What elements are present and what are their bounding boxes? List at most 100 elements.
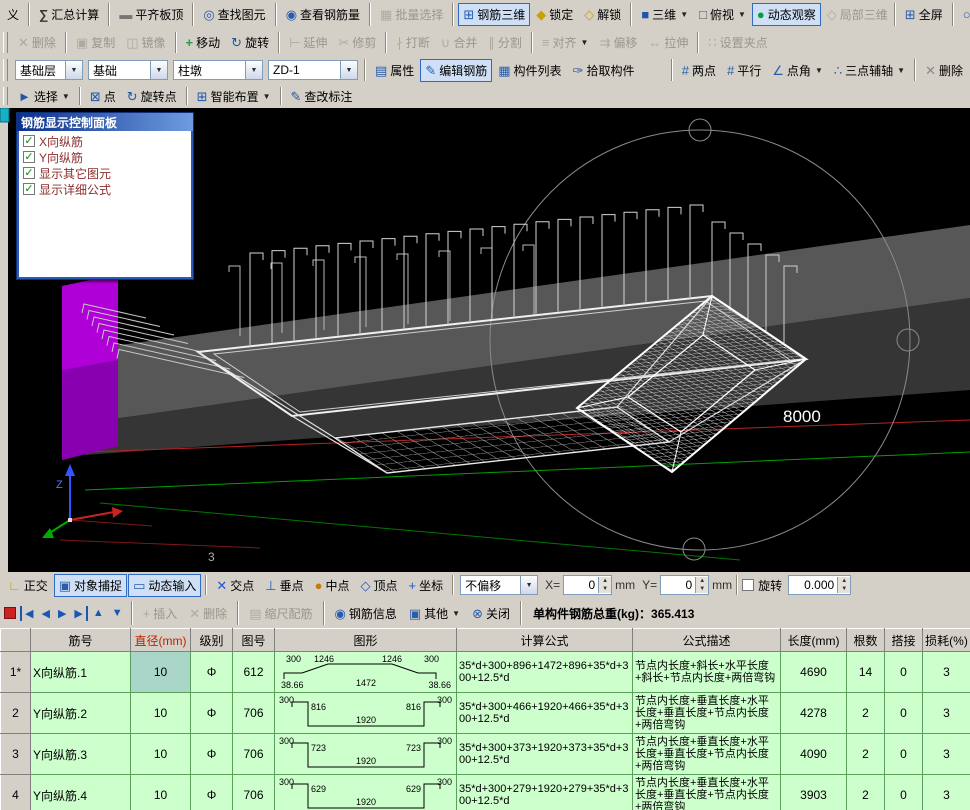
panel-item-show-other[interactable]: ✓显示其它图元 bbox=[23, 165, 187, 181]
panel-item-show-formula[interactable]: ✓显示详细公式 bbox=[23, 181, 187, 197]
header-loss[interactable]: 损耗(%) bbox=[923, 629, 970, 652]
rebar-display-control-panel[interactable]: 钢筋显示控制面板 ✓X向纵筋 ✓Y向纵筋 ✓显示其它图元 ✓显示详细公式 bbox=[16, 112, 194, 280]
select-button[interactable]: ►选择▼ bbox=[13, 85, 75, 108]
cell-loss[interactable]: 3 bbox=[923, 775, 970, 810]
cell-level[interactable]: Φ bbox=[191, 693, 233, 734]
checkbox-checked-icon[interactable]: ✓ bbox=[23, 135, 35, 147]
parallel-axis-button[interactable]: #平行 bbox=[722, 59, 766, 82]
cell-formula-desc[interactable]: 节点内长度+斜长+水平长度+斜长+节点内长度+两倍弯钩 bbox=[633, 652, 781, 693]
cell-figure-no[interactable]: 706 bbox=[233, 775, 275, 810]
docked-panel-tab[interactable] bbox=[0, 108, 9, 122]
cell-formula-desc[interactable]: 节点内长度+垂直长度+水平长度+垂直长度+节点内长度+两倍弯钩 bbox=[633, 775, 781, 810]
panel-title[interactable]: 钢筋显示控制面板 bbox=[17, 113, 193, 131]
toolbar-grip[interactable] bbox=[3, 59, 8, 81]
row-number[interactable]: 4 bbox=[1, 775, 31, 810]
stretch-button[interactable]: ↔拉伸 bbox=[643, 31, 693, 54]
cell-bar-id[interactable]: Y向纵筋.4 bbox=[31, 775, 131, 810]
toolbar-grip[interactable] bbox=[3, 87, 8, 105]
cell-shape-diagram[interactable]: 300 629 1920 629 300 bbox=[275, 775, 457, 810]
table-row[interactable]: 3 Y向纵筋.3 10 Φ 706 300 723 1920 723 300 3… bbox=[1, 734, 970, 775]
set-grips-button[interactable]: ∷设置夹点 bbox=[703, 31, 772, 54]
rebar-info-button[interactable]: ◉钢筋信息 bbox=[330, 602, 402, 625]
snap-perpendicular-button[interactable]: ⊥垂点 bbox=[260, 574, 308, 597]
scale-rebar-button[interactable]: ▤缩尺配筋 bbox=[244, 602, 317, 625]
view-3d-button[interactable]: ■三维▼ bbox=[636, 3, 693, 26]
offset-button[interactable]: ⇉偏移 bbox=[594, 31, 642, 54]
point-place-button[interactable]: ⊠点 bbox=[85, 85, 121, 108]
checkbox-checked-icon[interactable]: ✓ bbox=[23, 151, 35, 163]
cell-length[interactable]: 4278 bbox=[781, 693, 847, 734]
trim-button[interactable]: ✂修剪 bbox=[333, 31, 381, 54]
cell-figure-no[interactable]: 706 bbox=[233, 693, 275, 734]
three-point-aux-axis-button[interactable]: ∴三点辅轴▼ bbox=[829, 59, 910, 82]
snap-midpoint-button[interactable]: ●中点 bbox=[310, 574, 355, 597]
element-list-button[interactable]: ▦构件列表 bbox=[493, 59, 566, 82]
combo-arrow-icon[interactable]: ▼ bbox=[65, 61, 82, 79]
prev-row-button[interactable]: ◀ bbox=[38, 606, 52, 621]
header-shape[interactable]: 图形 bbox=[275, 629, 457, 652]
rebar-table[interactable]: 筋号 直径(mm) 级别 图号 图形 计算公式 公式描述 长度(mm) 根数 搭… bbox=[0, 628, 970, 810]
table-row[interactable]: 4 Y向纵筋.4 10 Φ 706 300 629 1920 629 300 3… bbox=[1, 775, 970, 810]
cell-level[interactable]: Φ bbox=[191, 652, 233, 693]
offset-mode-combobox[interactable]: 不偏移▼ bbox=[460, 575, 538, 595]
two-point-axis-button[interactable]: #两点 bbox=[677, 59, 721, 82]
cell-loss[interactable]: 3 bbox=[923, 693, 970, 734]
table-row[interactable]: 2 Y向纵筋.2 10 Φ 706 300 816 1920 816 300 3… bbox=[1, 693, 970, 734]
insert-row-button[interactable]: +插入 bbox=[138, 602, 183, 625]
cell-level[interactable]: Φ bbox=[191, 775, 233, 810]
checkbox-checked-icon[interactable]: ✓ bbox=[23, 167, 35, 179]
delete-button[interactable]: ✕删除 bbox=[13, 31, 61, 54]
other-button[interactable]: ▣其他▼ bbox=[404, 602, 465, 625]
layer-combobox[interactable]: 基础层▼ bbox=[15, 60, 83, 80]
cell-figure-no[interactable]: 612 bbox=[233, 652, 275, 693]
cell-shape-diagram[interactable]: 300 723 1920 723 300 bbox=[275, 734, 457, 775]
cell-lap[interactable]: 0 bbox=[885, 652, 923, 693]
cell-bar-id[interactable]: Y向纵筋.2 bbox=[31, 693, 131, 734]
spinner-arrows-icon[interactable]: ▲▼ bbox=[598, 577, 611, 593]
wall-element[interactable] bbox=[62, 274, 118, 460]
cell-bar-id[interactable]: Y向纵筋.3 bbox=[31, 734, 131, 775]
properties-button[interactable]: ▤属性 bbox=[370, 59, 419, 82]
cell-diameter[interactable]: 10 bbox=[131, 693, 191, 734]
combo-arrow-icon[interactable]: ▼ bbox=[150, 61, 167, 79]
cell-figure-no[interactable]: 706 bbox=[233, 734, 275, 775]
y-coord-input[interactable]: 0▲▼ bbox=[660, 575, 709, 595]
cell-diameter[interactable]: 10 bbox=[131, 734, 191, 775]
snap-intersection-button[interactable]: ✕交点 bbox=[211, 574, 259, 597]
cell-formula-desc[interactable]: 节点内长度+垂直长度+水平长度+垂直长度+节点内长度+两倍弯钩 bbox=[633, 734, 781, 775]
snap-vertex-button[interactable]: ◇顶点 bbox=[356, 574, 403, 597]
cell-lap[interactable]: 0 bbox=[885, 775, 923, 810]
type-combobox[interactable]: 柱墩▼ bbox=[173, 60, 263, 80]
cell-count[interactable]: 2 bbox=[847, 734, 885, 775]
3d-viewport[interactable]: 8000 3 Z 钢筋显示控制面板 ✓X向纵筋 bbox=[0, 108, 970, 572]
summary-calc-button[interactable]: ∑汇总计算 bbox=[34, 3, 104, 26]
find-element-button[interactable]: ◎查找图元 bbox=[198, 3, 270, 26]
rotate-point-button[interactable]: ↻旋转点 bbox=[122, 85, 182, 108]
unlock-button[interactable]: ◇解锁 bbox=[579, 3, 626, 26]
cell-count[interactable]: 14 bbox=[847, 652, 885, 693]
panel-item-x-bars[interactable]: ✓X向纵筋 bbox=[23, 133, 187, 149]
rotate-checkbox[interactable] bbox=[742, 579, 754, 591]
copy-button[interactable]: ▣复制 bbox=[71, 31, 120, 54]
spinner-arrows-icon[interactable]: ▲▼ bbox=[695, 577, 708, 593]
cell-formula[interactable]: 35*d+300+373+1920+373+35*d+300+12.5*d bbox=[457, 734, 633, 775]
next-row-button[interactable]: ▶ bbox=[55, 606, 69, 621]
break-button[interactable]: ∤打断 bbox=[391, 31, 435, 54]
header-diameter[interactable]: 直径(mm) bbox=[131, 629, 191, 652]
osnap-toggle[interactable]: ▣对象捕捉 bbox=[54, 574, 127, 597]
dynamic-input-toggle[interactable]: ▭动态输入 bbox=[128, 574, 201, 597]
cell-count[interactable]: 2 bbox=[847, 693, 885, 734]
orbit-button[interactable]: ●动态观察 bbox=[752, 3, 821, 26]
move-up-button[interactable]: ▲ bbox=[90, 606, 107, 620]
header-lap[interactable]: 搭接 bbox=[885, 629, 923, 652]
row-number[interactable]: 3 bbox=[1, 734, 31, 775]
edit-annotation-button[interactable]: ✎查改标注 bbox=[286, 85, 358, 108]
combo-arrow-icon[interactable]: ▼ bbox=[245, 61, 262, 79]
zoom-button[interactable]: ○缩 bbox=[958, 3, 970, 26]
cell-shape-diagram[interactable]: 300 816 1920 816 300 bbox=[275, 693, 457, 734]
rotate-angle-input[interactable]: 0.000▲▼ bbox=[788, 575, 851, 595]
header-figure-no[interactable]: 图号 bbox=[233, 629, 275, 652]
cell-lap[interactable]: 0 bbox=[885, 693, 923, 734]
cell-formula[interactable]: 35*d+300+279+1920+279+35*d+300+12.5*d bbox=[457, 775, 633, 810]
align-slab-top-button[interactable]: ▬平齐板顶 bbox=[114, 3, 188, 26]
